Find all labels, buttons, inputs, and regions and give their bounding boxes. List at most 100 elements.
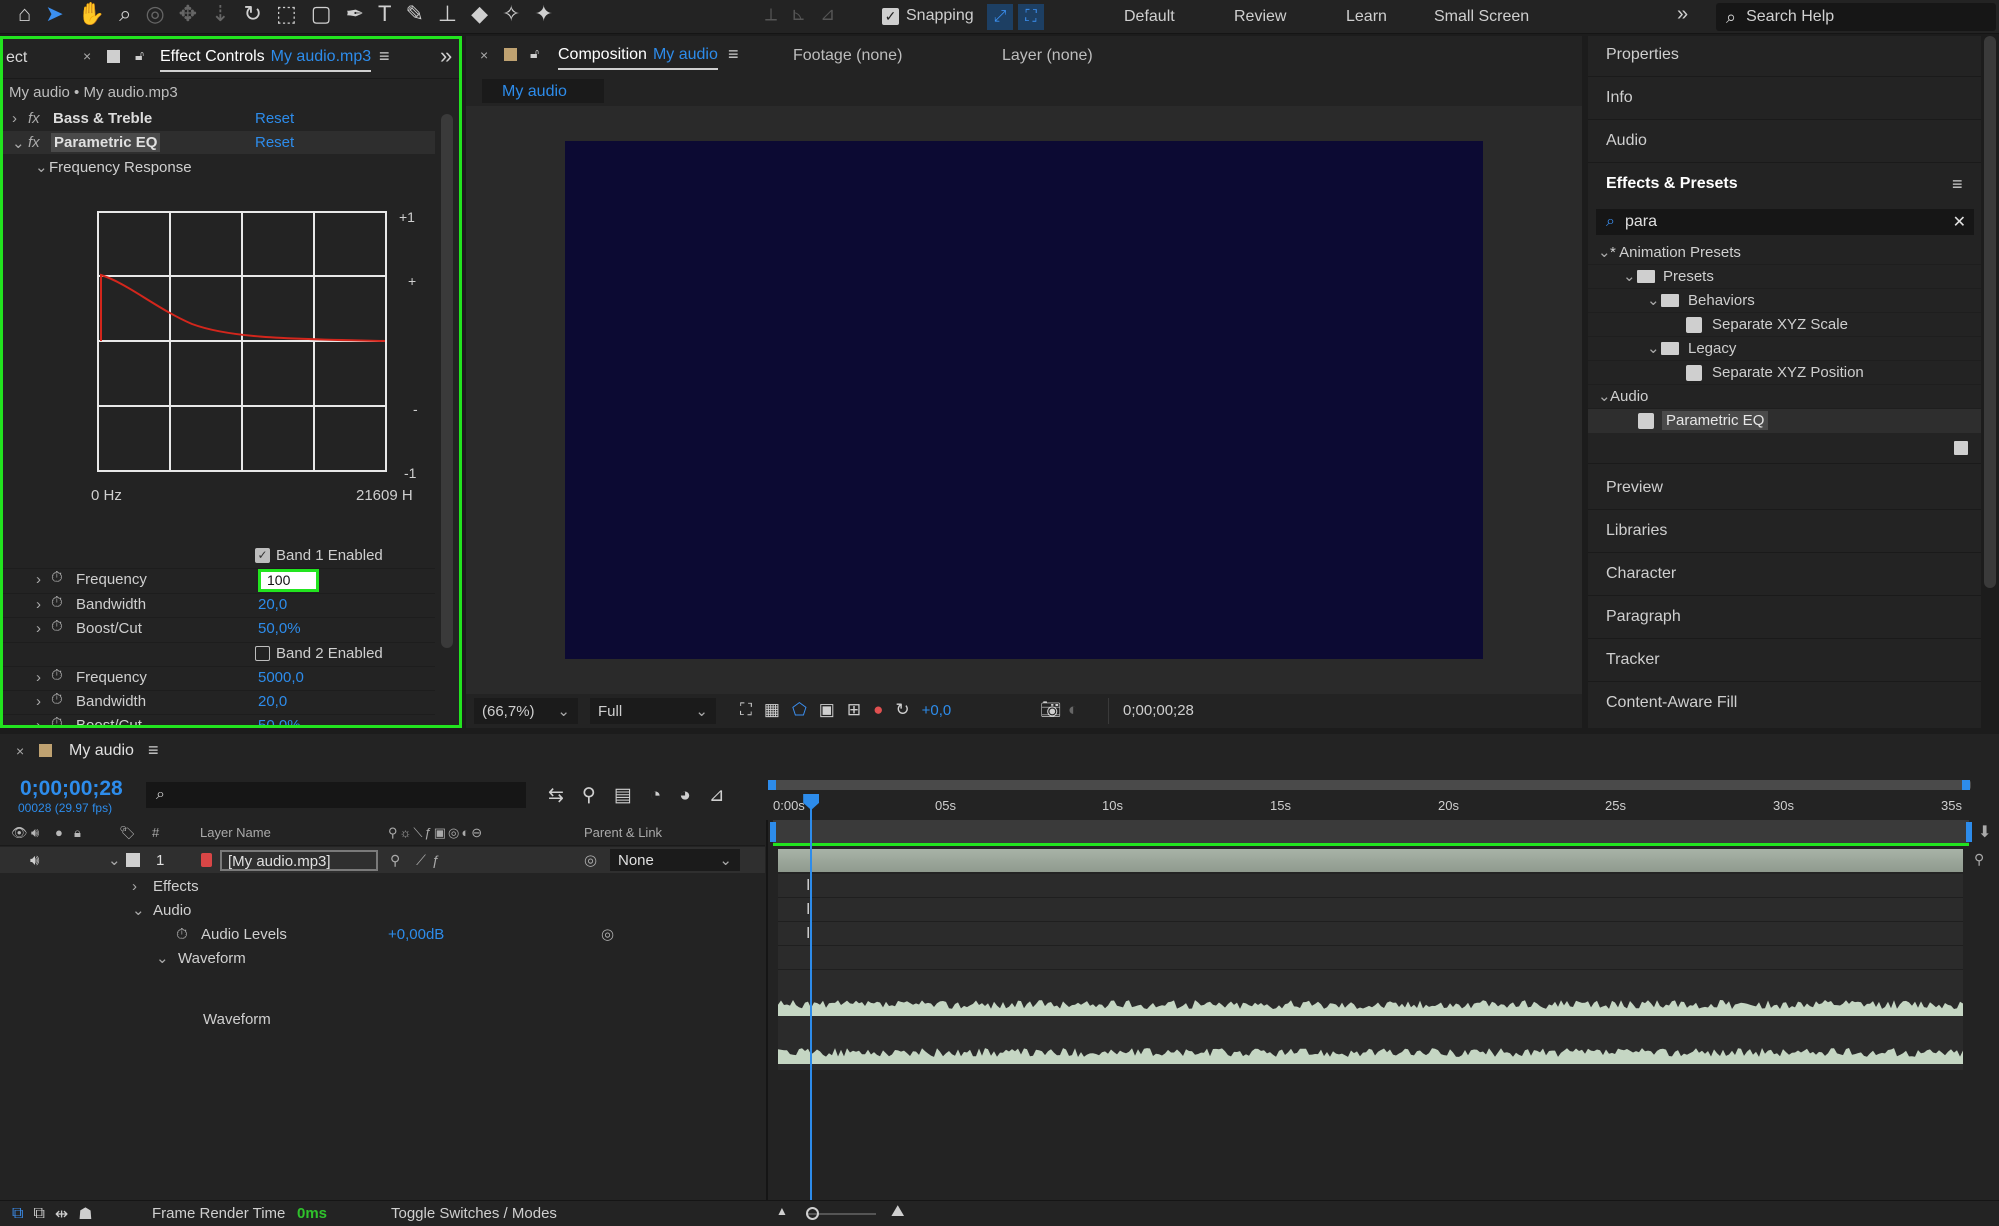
- more-workspaces-icon[interactable]: »: [1677, 4, 1688, 24]
- timeline-timecode[interactable]: 0;00;00;28: [20, 777, 123, 801]
- hide-shy-layers-icon[interactable]: ▤: [614, 784, 632, 807]
- composition-viewer[interactable]: [466, 106, 1582, 694]
- stopwatch-icon[interactable]: ⏱︎: [51, 715, 63, 725]
- selection-tool-icon[interactable]: ➤: [45, 3, 63, 25]
- motion-blur-icon[interactable]: ◕: [679, 785, 690, 807]
- preview-panel-header[interactable]: Preview: [1606, 479, 1663, 497]
- audio-group-label[interactable]: Audio: [153, 902, 191, 919]
- lock-switch-icon[interactable]: 🔒︎: [74, 825, 81, 841]
- expand-chevron-icon[interactable]: ›: [36, 571, 41, 588]
- expand-chevron-icon[interactable]: ›: [36, 669, 41, 686]
- prop-value[interactable]: 5000,0: [258, 669, 304, 686]
- panel-menu-icon[interactable]: ≡: [728, 44, 739, 65]
- render-time-pane-icon[interactable]: ☗: [78, 1204, 92, 1224]
- expand-chevron-icon[interactable]: ›: [132, 878, 137, 895]
- layer-row[interactable]: 🔊︎ ⌄ 1 [My audio.mp3] ⚲ ⟋ƒ ◎ None ⌄: [0, 847, 765, 873]
- collapse-chevron-icon[interactable]: ⌄: [132, 901, 145, 919]
- tree-item[interactable]: Separate XYZ Position: [1588, 361, 1981, 385]
- layer-switches[interactable]: ⚲ ⟋ƒ: [390, 852, 446, 869]
- content-aware-fill-panel-header[interactable]: Content-Aware Fill: [1606, 694, 1737, 712]
- video-switch-icon[interactable]: 👁︎: [11, 825, 28, 841]
- collapse-chevron-icon[interactable]: ⌄: [108, 851, 121, 869]
- workspace-learn[interactable]: Learn: [1346, 8, 1434, 26]
- tracker-panel-header[interactable]: Tracker: [1606, 651, 1660, 669]
- comp-mini-flowchart-icon[interactable]: ⇆: [548, 784, 564, 807]
- effect-bass-treble[interactable]: › fx Bass & Treble Reset: [3, 107, 435, 130]
- effects-presets-header[interactable]: Effects & Presets: [1606, 175, 1738, 193]
- waveform-group-label[interactable]: Waveform: [178, 950, 246, 967]
- snap-edges-icon[interactable]: ⤢: [987, 4, 1013, 30]
- in-out-pane-icon[interactable]: ⇹: [55, 1204, 68, 1224]
- collapse-chevron-icon[interactable]: ⌄: [1647, 339, 1660, 357]
- orbit-camera-icon[interactable]: ◎: [145, 3, 164, 25]
- panel-menu-icon[interactable]: ≡: [1952, 174, 1963, 195]
- clear-search-icon[interactable]: ✕: [1953, 212, 1966, 232]
- layer-bar-keyframe-icon[interactable]: ⚲: [1974, 851, 1984, 868]
- brush-tool-icon[interactable]: ✎: [405, 3, 423, 25]
- color-channels-icon[interactable]: ●: [873, 700, 883, 720]
- properties-panel-header[interactable]: Properties: [1606, 46, 1679, 64]
- composition-tab-name[interactable]: My audio: [653, 46, 718, 64]
- transfer-controls-pane-icon[interactable]: ⧉: [33, 1205, 44, 1223]
- axis-view-icon[interactable]: ⊿: [820, 5, 835, 23]
- rotation-tool-icon[interactable]: ↻: [244, 3, 262, 25]
- layer-name-column[interactable]: Layer Name: [200, 825, 271, 840]
- effect-controls-tab-file[interactable]: My audio.mp3: [271, 48, 372, 66]
- work-area-bar[interactable]: [773, 780, 1971, 790]
- composition-canvas[interactable]: [565, 141, 1483, 659]
- band2-enabled-checkbox[interactable]: [255, 646, 270, 661]
- layer-bar[interactable]: [778, 849, 1963, 872]
- paragraph-panel-header[interactable]: Paragraph: [1606, 608, 1681, 626]
- time-ruler[interactable]: 0:00s 05s 10s 15s 20s 25s 30s 35s: [773, 790, 1969, 820]
- band1-enabled-checkbox[interactable]: ✓: [255, 547, 270, 563]
- expand-chevron-icon[interactable]: ›: [36, 693, 41, 710]
- effect-controls-tab-title[interactable]: Effect Controls: [160, 48, 265, 66]
- zoom-out-icon[interactable]: ▲: [776, 1204, 788, 1218]
- layer-tab[interactable]: Layer (none): [1002, 47, 1093, 65]
- stopwatch-icon[interactable]: ⏱︎: [51, 691, 63, 708]
- stopwatch-icon[interactable]: ⏱︎: [176, 926, 188, 943]
- axis-local-icon[interactable]: ⟂: [765, 5, 777, 23]
- frame-blending-icon[interactable]: ◔: [650, 785, 661, 807]
- home-icon[interactable]: ⌂: [18, 3, 31, 25]
- timeline-tab-name[interactable]: My audio: [69, 742, 134, 760]
- comp-marker-start[interactable]: [770, 822, 776, 842]
- panel-menu-icon[interactable]: ≡: [148, 740, 159, 761]
- panel-menu-icon[interactable]: ≡: [379, 46, 390, 67]
- layer-label-color[interactable]: [126, 853, 140, 867]
- collapse-chevron-icon[interactable]: ⌄: [1647, 291, 1660, 309]
- tree-item[interactable]: Parametric EQ: [1588, 409, 1981, 433]
- snap-features-icon[interactable]: ⛶: [1018, 4, 1044, 30]
- tree-item[interactable]: ⌄ Audio: [1588, 385, 1981, 409]
- show-snapshot-icon[interactable]: ◐: [1068, 700, 1078, 720]
- pan-behind-tool-icon[interactable]: ⬚: [276, 3, 297, 25]
- stopwatch-icon[interactable]: ⏱︎: [51, 667, 63, 684]
- timeline-search-field[interactable]: ⌕: [146, 782, 526, 808]
- hand-tool-icon[interactable]: ✋: [78, 3, 105, 25]
- close-tab-icon[interactable]: ×: [16, 743, 24, 759]
- mask-visibility-icon[interactable]: ⬠: [792, 700, 807, 720]
- pen-tool-icon[interactable]: ✒: [346, 3, 364, 25]
- audio-panel-header[interactable]: Audio: [1606, 132, 1647, 150]
- axis-world-icon[interactable]: ⊾: [791, 5, 806, 23]
- layer-switches-pane-icon[interactable]: ⧉: [12, 1205, 23, 1223]
- graph-editor-icon[interactable]: ⊿: [709, 784, 725, 807]
- search-help-field[interactable]: ⌕ Search Help: [1716, 3, 1996, 31]
- tree-item[interactable]: ⌄ Behaviors: [1588, 289, 1981, 313]
- expand-chevron-icon[interactable]: ›: [36, 596, 41, 613]
- panel-scrollbar[interactable]: [441, 114, 453, 648]
- zoom-tool-icon[interactable]: ⌕: [119, 3, 131, 25]
- expand-chevron-icon[interactable]: ›: [36, 620, 41, 637]
- reset-exposure-icon[interactable]: ↻: [895, 700, 909, 720]
- close-tab-icon[interactable]: ×: [480, 47, 488, 63]
- expand-chevron-icon[interactable]: ›: [12, 110, 17, 127]
- collapse-chevron-icon[interactable]: ⌄: [156, 949, 169, 967]
- reset-button[interactable]: Reset: [255, 134, 294, 151]
- zoom-dropdown[interactable]: (66,7%) ⌄: [474, 698, 578, 724]
- region-of-interest-icon[interactable]: ▣: [819, 700, 835, 720]
- lock-icon[interactable]: 🔓︎: [530, 45, 539, 62]
- current-time-display[interactable]: 0;00;00;28: [1108, 698, 1218, 724]
- prop-value[interactable]: 50,0%: [258, 717, 301, 725]
- transparency-grid-icon[interactable]: ▦: [764, 700, 780, 720]
- collapse-chevron-icon[interactable]: ⌄: [1623, 267, 1636, 285]
